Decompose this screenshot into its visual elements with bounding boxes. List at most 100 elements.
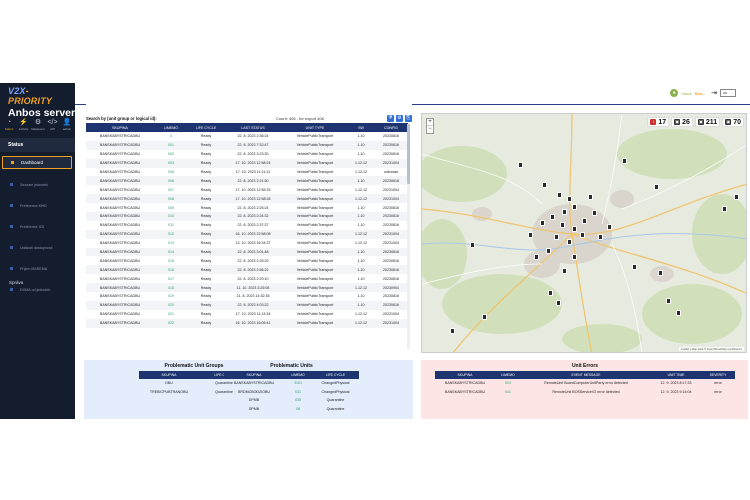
table-row[interactable]: BANSKABYSTRICADBU 020 Ready 22. 8. 2023 4:0… [86, 300, 408, 310]
column-header[interactable]: SEVERITY [701, 371, 735, 379]
map-stat-1[interactable]: ▣ 26 [671, 117, 693, 127]
table-row[interactable]: BANSKABYSTRICADBU 024 RemoteUnit BoardComp… [435, 379, 735, 388]
table-row[interactable]: BANSKABYSTRICADBU 003 Ready 17. 10. 2023 12… [86, 158, 408, 168]
bus-marker-icon[interactable] [550, 214, 555, 220]
table-row[interactable]: BANSKABYSTRICADBU 021 Ready 17. 10. 2023 11… [86, 310, 408, 319]
logout-icon[interactable]: ⇥ [711, 89, 717, 97]
bus-marker-icon[interactable] [676, 310, 681, 316]
bus-marker-icon[interactable] [572, 254, 577, 260]
map-stat-2[interactable]: ▣ 211 [694, 117, 721, 127]
toolbar-button-1[interactable]: ⚡ Activity [17, 119, 31, 131]
units-scroll-thumb[interactable] [407, 124, 410, 184]
user-avatar-icon[interactable]: ● [670, 89, 679, 97]
sidebar-item-2[interactable]: Preference MHD [2, 195, 72, 216]
language-select[interactable]: cs [720, 89, 736, 97]
column-header[interactable]: SKUPINA [224, 371, 284, 379]
sidebar-item-5[interactable]: Příjem MAREMA [2, 258, 72, 279]
toolbar-button-4[interactable]: 👤 admin [60, 119, 74, 131]
bus-marker-icon[interactable] [562, 268, 567, 274]
column-header[interactable]: LIMEMO [154, 123, 188, 132]
table-row[interactable]: BANSKABYSTRICADBU 007 Ready 17. 10. 2023 12… [86, 185, 408, 194]
bus-marker-icon[interactable] [588, 194, 593, 200]
bus-marker-icon[interactable] [666, 298, 671, 304]
sidebar-section-sprava[interactable]: Správa [9, 280, 23, 285]
bus-marker-icon[interactable] [518, 162, 523, 168]
map-attribution[interactable]: Leaflet | Map data © OpenStreetMap contr… [678, 347, 744, 351]
map[interactable]: + − ! 17 ▣ 26 ▣ 211 ▣ 70 Leaflet | Map data © O… [421, 113, 747, 353]
table-row[interactable]: BANSKABYSTRICADBU 008 Ready 17. 10. 2023 12… [86, 194, 408, 204]
zoom-out-button[interactable]: − [427, 126, 433, 133]
table-row[interactable]: BANSKABYSTRICADBU 022 Ready 16. 10. 2023 16… [86, 318, 408, 328]
bus-marker-icon[interactable] [528, 232, 533, 238]
table-row[interactable]: DPMB 08 Quarantine [224, 405, 359, 414]
table-row[interactable]: BANSKABYSTRICADBU 016 Ready 22. 8. 2023 2:5… [86, 265, 408, 275]
bus-marker-icon[interactable] [658, 270, 663, 276]
settings-icon[interactable]: ⚙ [395, 114, 403, 122]
bus-marker-icon[interactable] [470, 242, 475, 248]
bus-marker-icon[interactable] [722, 206, 727, 212]
bus-marker-icon[interactable] [534, 254, 539, 260]
table-row[interactable]: BANSKABYSTRICADBU 041 RemoteUnit BOSServic… [435, 388, 735, 397]
export-icon[interactable]: ⎘ [404, 114, 412, 122]
table-row[interactable]: BRDMCBODZIOBU 031 ChangedPhysical [224, 388, 359, 397]
bus-marker-icon[interactable] [556, 300, 561, 306]
column-header[interactable]: EVENT MESSAGE [521, 371, 651, 379]
bus-marker-icon[interactable] [562, 209, 567, 215]
bus-marker-icon[interactable] [607, 224, 612, 230]
table-row[interactable]: BANSKABYSTRICADBU 014 Ready 22. 8. 2023 3:0… [86, 247, 408, 257]
table-row[interactable]: DPMB 035 Quarantine [224, 396, 359, 405]
sidebar-item-1[interactable]: Seznam jednotek [2, 174, 72, 195]
table-row[interactable]: BANSKABYSTRICADBU 013 Ready 13. 10. 2023 16… [86, 239, 408, 248]
toolbar-button-2[interactable]: ⚙ Nastavení [31, 119, 45, 131]
column-header[interactable]: LIMEMO [284, 371, 312, 379]
bus-marker-icon[interactable] [567, 196, 572, 202]
filter-icon[interactable]: ⧩ [386, 114, 394, 122]
bus-marker-icon[interactable] [582, 218, 587, 224]
bus-marker-icon[interactable] [632, 264, 637, 270]
sidebar-section-status[interactable]: Status [0, 138, 75, 152]
bus-marker-icon[interactable] [572, 204, 577, 210]
bus-marker-icon[interactable] [734, 194, 739, 200]
table-row[interactable]: BANSKABYSTRICADBU 018 Ready 11. 10. 2023 3:… [86, 283, 408, 293]
sidebar-item-3[interactable]: Preference IZS [2, 216, 72, 237]
bus-marker-icon[interactable] [598, 234, 603, 240]
column-header[interactable]: LIFE CYCLE [312, 371, 359, 379]
column-header[interactable]: SKUPINA [86, 123, 154, 132]
column-header[interactable]: SKUPINA [139, 371, 199, 379]
column-header[interactable]: LIFE CYCLE [188, 123, 224, 132]
bus-marker-icon[interactable] [542, 182, 547, 188]
table-row[interactable]: BANSKABYSTRICADBU 001 Ready 22. 8. 2023 7:3… [86, 140, 408, 150]
table-row[interactable]: BANSKABYSTRICADBU 010 Ready 22. 8. 2023 2:2… [86, 212, 408, 221]
bus-marker-icon[interactable] [622, 158, 627, 164]
table-row[interactable]: BANSKABYSTRICADBU 019 Ready 21. 8. 2023 14:… [86, 292, 408, 301]
table-row[interactable]: BANSKABYSTRICADBU 012 Ready 16. 10. 2023 22… [86, 229, 408, 239]
column-header[interactable]: LAST STATUS [224, 123, 282, 132]
table-row[interactable]: BANSKABYSTRICADBU 3101 ChangedPhysical [224, 379, 359, 388]
table-row[interactable]: BANSKABYSTRICADBU 006 Ready 22. 8. 2023 2:2… [86, 176, 408, 186]
bus-marker-icon[interactable] [540, 220, 545, 226]
table-row[interactable]: BANSKABYSTRICADBU 017 Ready 22. 8. 2023 2:2… [86, 274, 408, 283]
table-row[interactable]: BANSKABYSTRICADBU 0 Ready 22. 8. 2023 2:36:… [86, 132, 408, 141]
column-header[interactable]: SKUPINA [435, 371, 495, 379]
toolbar-button-0[interactable]: ◔ Status [2, 119, 16, 131]
table-row[interactable]: BANSKABYSTRICADBU 005 Ready 17. 10. 2023 11… [86, 168, 408, 177]
column-header[interactable]: SW [348, 123, 374, 132]
bus-marker-icon[interactable] [654, 184, 659, 190]
bus-marker-icon[interactable] [557, 192, 562, 198]
user-name[interactable]: Users [681, 91, 691, 96]
bus-marker-icon[interactable] [592, 210, 597, 216]
column-header[interactable]: UNIT TYPE [282, 123, 348, 132]
column-header[interactable]: CONFIG [374, 123, 408, 132]
bus-marker-icon[interactable] [548, 290, 553, 296]
units-scrollbar[interactable] [407, 124, 410, 349]
table-row[interactable]: BANSKABYSTRICADBU 015 Ready 22. 8. 2023 2:2… [86, 256, 408, 265]
bus-marker-icon[interactable] [560, 222, 565, 228]
bus-marker-icon[interactable] [482, 314, 487, 320]
column-header[interactable]: LIMEMO [495, 371, 521, 379]
sidebar-item-0[interactable]: Dashboard [2, 156, 72, 169]
table-row[interactable]: BANSKABYSTRICADBU 002 Ready 22. 8. 2023 3:2… [86, 150, 408, 159]
table-row[interactable]: BANSKABYSTRICADBU 011 Ready 22. 8. 2023 2:3… [86, 221, 408, 230]
map-stat-3[interactable]: ▣ 70 [722, 117, 744, 127]
bus-marker-icon[interactable] [580, 232, 585, 238]
bus-marker-icon[interactable] [450, 328, 455, 334]
